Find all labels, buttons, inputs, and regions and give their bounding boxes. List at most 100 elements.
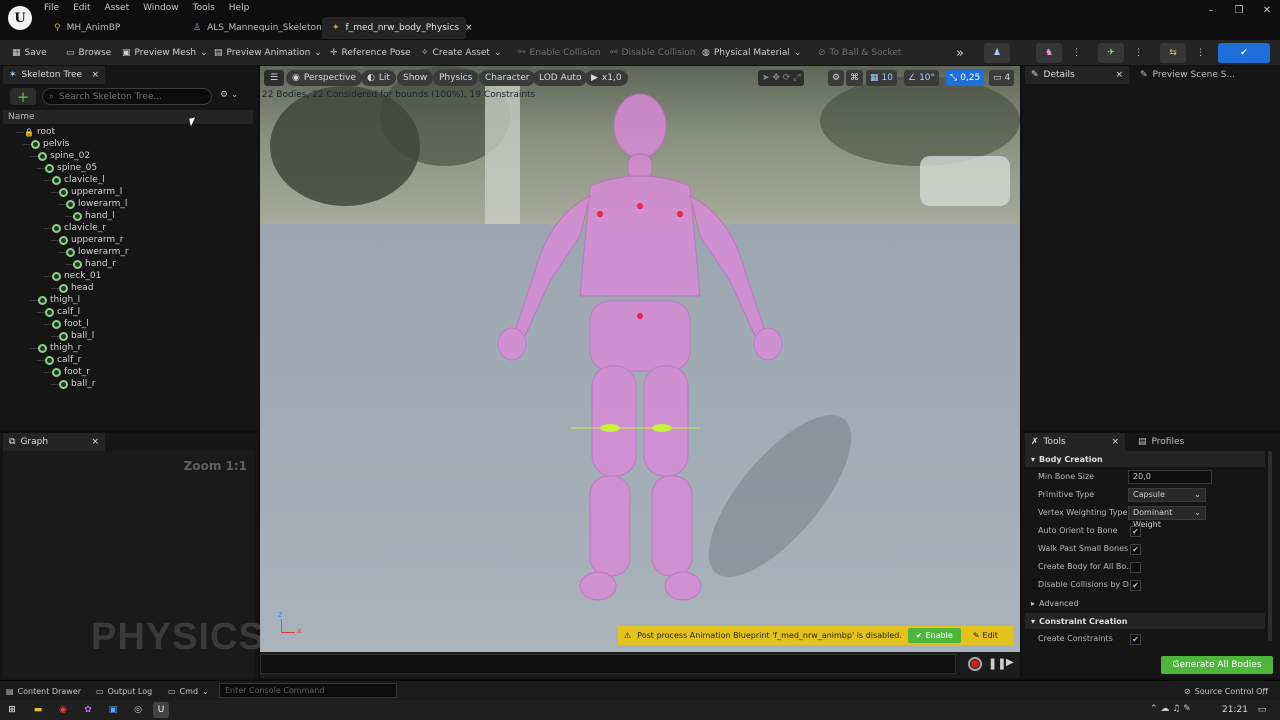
browse-button[interactable]: ▭ Browse [62,44,115,62]
body-creation-section[interactable]: ▾ Body Creation [1025,451,1265,467]
bone-row-upperarm_l[interactable]: upperarm_l [59,186,122,198]
create-constraints-checkbox[interactable]: ✔ [1130,634,1141,645]
overflow-chevron-icon[interactable]: » [952,44,968,62]
skeleton-search-input[interactable]: ⌕ Search Skeleton Tree... [42,88,212,105]
blueprint-mode-icon[interactable]: ⇆ [1160,43,1186,63]
bone-row-lowerarm_r[interactable]: lowerarm_r [66,246,129,258]
viewport[interactable]: ☰ ◉ Perspective ◐ Lit Show Physics Charact… [260,66,1020,652]
to-ball-socket-button[interactable]: ⊘ To Ball & Socket [814,44,905,62]
tools-scrollbar[interactable] [1268,451,1272,641]
transform-tools-icon[interactable]: ➤ ✥ ⟳ ⤢ [758,70,805,86]
file-explorer-icon[interactable]: ▬ [30,702,46,718]
more-options-icon[interactable]: ⋮ [1068,44,1085,62]
bone-row-lowerarm_l[interactable]: lowerarm_l [66,198,127,210]
skeleton-mode-icon[interactable]: ♟ [984,43,1010,63]
play-speed-button[interactable]: ▶ x1,0 [585,70,628,86]
unreal-logo-icon[interactable]: U [8,6,32,30]
close-icon[interactable]: × [1111,437,1119,447]
content-drawer-button[interactable]: ▤ Content Drawer [6,684,81,698]
save-button[interactable]: ▦ Save [8,44,51,62]
bone-row-spine_02[interactable]: spine_02 [38,150,90,162]
tab-details[interactable]: ✎ Details × [1025,66,1129,84]
source-control-button[interactable]: ⊘ Source Control Off [1184,684,1268,698]
add-bone-button[interactable]: + [10,88,36,106]
lod-button[interactable]: LOD Auto [533,70,588,86]
bone-row-calf_l[interactable]: calf_l [45,306,80,318]
min-bone-size-field[interactable]: 20,0 [1128,470,1212,484]
more-options-icon[interactable]: ⋮ [1130,44,1147,62]
menu-file[interactable]: File [44,3,59,13]
unreal-taskbar-icon[interactable]: U [153,702,169,718]
disable-collisions-checkbox[interactable]: ✔ [1130,580,1141,591]
bone-row-clavicle_l[interactable]: clavicle_l [52,174,105,186]
app-icon[interactable]: ◎ [130,702,146,718]
tab-mh-animbp[interactable]: ⚲ MH_AnimBP [44,17,130,39]
reference-pose-button[interactable]: ✛ Reference Pose [326,44,415,62]
menu-window[interactable]: Window [143,3,179,13]
menu-asset[interactable]: Asset [105,3,130,13]
bone-row-root[interactable]: 🔒 root [24,126,55,138]
tab-tools[interactable]: ✗ Tools × [1025,433,1125,451]
preview-animation-button[interactable]: ▤ Preview Animation ⌄ [210,44,326,62]
name-column-header[interactable]: Name [3,110,253,124]
scale-snap-button[interactable]: ⤡ 0,25 [946,70,985,86]
lit-button[interactable]: ◐ Lit [361,70,396,86]
perspective-button[interactable]: ◉ Perspective [286,70,362,86]
physics-mode-icon[interactable]: ✔ [1218,43,1270,63]
rotation-snap-button[interactable]: ∠ 10° [904,70,940,86]
more-options-icon[interactable]: ⋮ [1192,44,1209,62]
enable-button[interactable]: ✔ Enable [907,628,961,643]
camera-speed-button[interactable]: ▭ 4 [989,70,1015,86]
minimize-button[interactable]: – [1196,3,1226,17]
editor-icon[interactable]: ▣ [105,702,121,718]
tab-physics-asset[interactable]: ✦ f_med_nrw_body_Physics × [322,17,473,39]
app-icon[interactable]: ✿ [80,702,96,718]
settings-gear-icon[interactable]: ⚙ ⌄ [220,90,238,100]
enable-collision-button[interactable]: ⚯ Enable Collision [514,44,605,62]
primitive-type-dropdown[interactable]: Capsule ⌄ [1128,488,1206,502]
bone-row-ball_l[interactable]: ball_l [59,330,94,342]
tab-skeleton-tree[interactable]: ✶ Skeleton Tree × [3,66,105,84]
cmd-dropdown[interactable]: ▭ Cmd ⌄ [168,684,209,698]
bone-row-head[interactable]: head [59,282,93,294]
vertex-weighting-dropdown[interactable]: Dominant Weight ⌄ [1128,506,1206,529]
bone-row-neck_01[interactable]: neck_01 [52,270,101,282]
show-button[interactable]: Show [397,70,434,86]
tab-preview-scene[interactable]: ✎ Preview Scene S... [1134,66,1241,84]
windows-start-icon[interactable]: ⊞ [4,702,20,718]
close-window-button[interactable]: ✕ [1252,3,1280,17]
generate-all-bodies-button[interactable]: Generate All Bodies [1161,656,1273,674]
bone-row-pelvis[interactable]: pelvis [31,138,69,150]
tab-graph[interactable]: ⧉ Graph × [3,433,105,451]
bone-row-thigh_r[interactable]: thigh_r [38,342,81,354]
physical-material-button[interactable]: ◍ Physical Material ⌄ [698,44,805,62]
character-view-button[interactable]: Character [479,70,536,86]
menu-tools[interactable]: Tools [193,3,215,13]
bone-row-foot_r[interactable]: foot_r [52,366,90,378]
record-button[interactable] [968,657,982,671]
system-tray[interactable]: ⌃ ☁ ♫ ✎ [1150,704,1191,714]
menu-edit[interactable]: Edit [73,3,90,13]
create-body-all-checkbox[interactable] [1130,562,1141,573]
auto-orient-checkbox[interactable]: ✔ [1130,526,1141,537]
local-space-icon[interactable]: ⚙ [828,70,845,86]
graph-canvas[interactable]: Zoom 1:1 PHYSICS [3,451,264,677]
bone-row-thigh_l[interactable]: thigh_l [38,294,80,306]
chrome-icon[interactable]: ◉ [55,702,71,718]
viewport-menu-icon[interactable]: ☰ [264,70,285,86]
maximize-button[interactable]: ❐ [1224,3,1254,17]
pause-icon[interactable]: ❚❚ [988,657,1006,670]
character-mesh[interactable] [260,66,1020,652]
surface-snap-icon[interactable]: ⌘ [846,70,863,86]
close-icon[interactable]: × [91,437,99,447]
bone-row-spine_05[interactable]: spine_05 [45,162,97,174]
bone-row-ball_r[interactable]: ball_r [59,378,95,390]
bone-row-hand_r[interactable]: hand_r [73,258,116,270]
notifications-icon[interactable]: ▭ [1254,702,1270,718]
bone-row-hand_l[interactable]: hand_l [73,210,115,222]
mesh-mode-icon[interactable]: ♞ [1036,43,1062,63]
tab-profiles[interactable]: ▤ Profiles [1132,433,1190,451]
advanced-section[interactable]: ▸ Advanced [1025,595,1265,611]
bone-row-foot_l[interactable]: foot_l [52,318,89,330]
create-asset-button[interactable]: ✧ Create Asset ⌄ [417,44,505,62]
